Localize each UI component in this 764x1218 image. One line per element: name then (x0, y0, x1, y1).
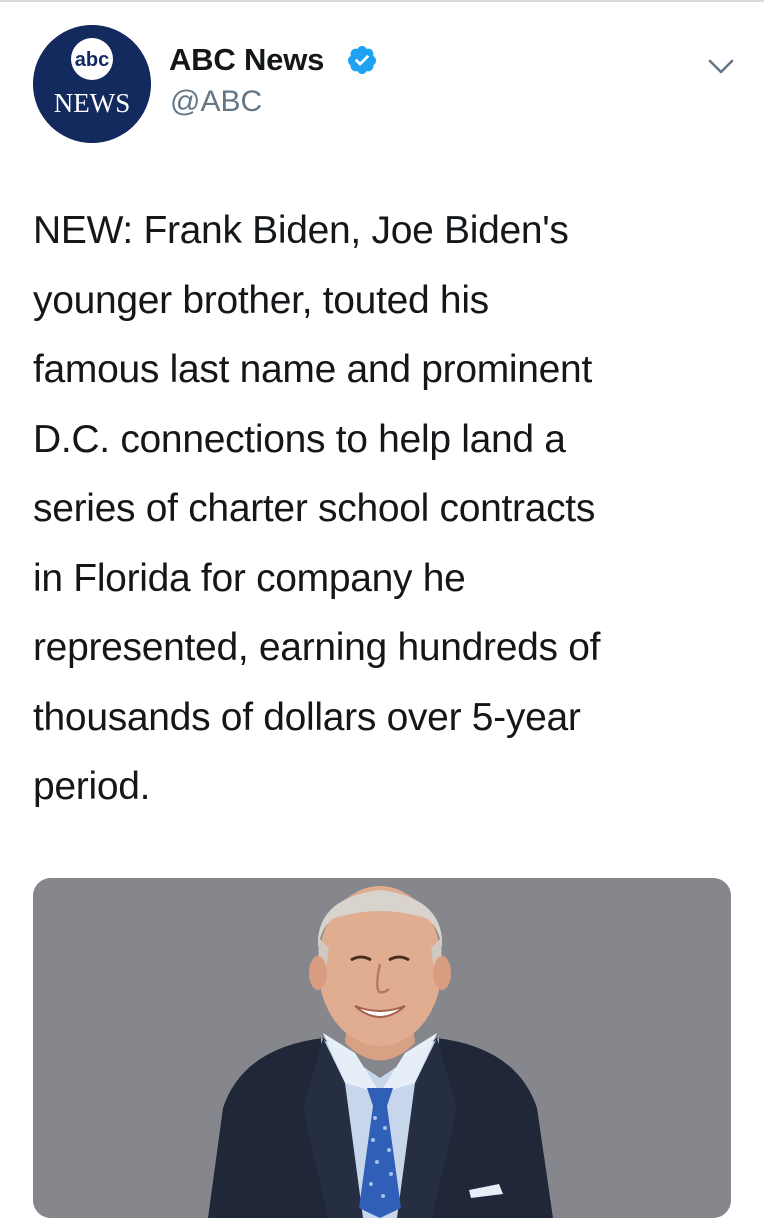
account-avatar[interactable]: abc NEWS (33, 25, 151, 143)
news-logo-text: NEWS (54, 88, 131, 118)
portrait-photo-illustration (33, 878, 731, 1218)
tweet-photo[interactable] (33, 878, 731, 1218)
top-divider (0, 0, 764, 2)
tweet-text-line: famous last name and prominent (33, 348, 592, 391)
tweet-text-line: series of charter school contracts (33, 487, 596, 530)
account-handle[interactable]: @ABC (170, 85, 262, 119)
tweet-text-line: period. (33, 765, 151, 808)
verified-badge-icon (347, 46, 376, 74)
abc-logo-text: abc (75, 49, 109, 71)
tweet-text-line: thousands of dollars over 5-year (33, 695, 581, 739)
tweet-text-line: NEW: Frank Biden, Joe Biden's (33, 209, 569, 252)
abc-news-logo: abc NEWS (33, 25, 151, 143)
account-display-name[interactable]: ABC News (169, 42, 324, 78)
tweet-text-line: represented, earning hundreds of (33, 626, 601, 669)
tweet-text-line: D.C. connections to help land a (33, 417, 566, 461)
tweet-text-line: younger brother, touted his (33, 278, 489, 322)
tweet-text: NEW: Frank Biden, Joe Biden's younger br… (33, 196, 733, 822)
chevron-down-icon[interactable] (706, 55, 736, 77)
tweet-text-line: in Florida for company he (33, 556, 466, 600)
